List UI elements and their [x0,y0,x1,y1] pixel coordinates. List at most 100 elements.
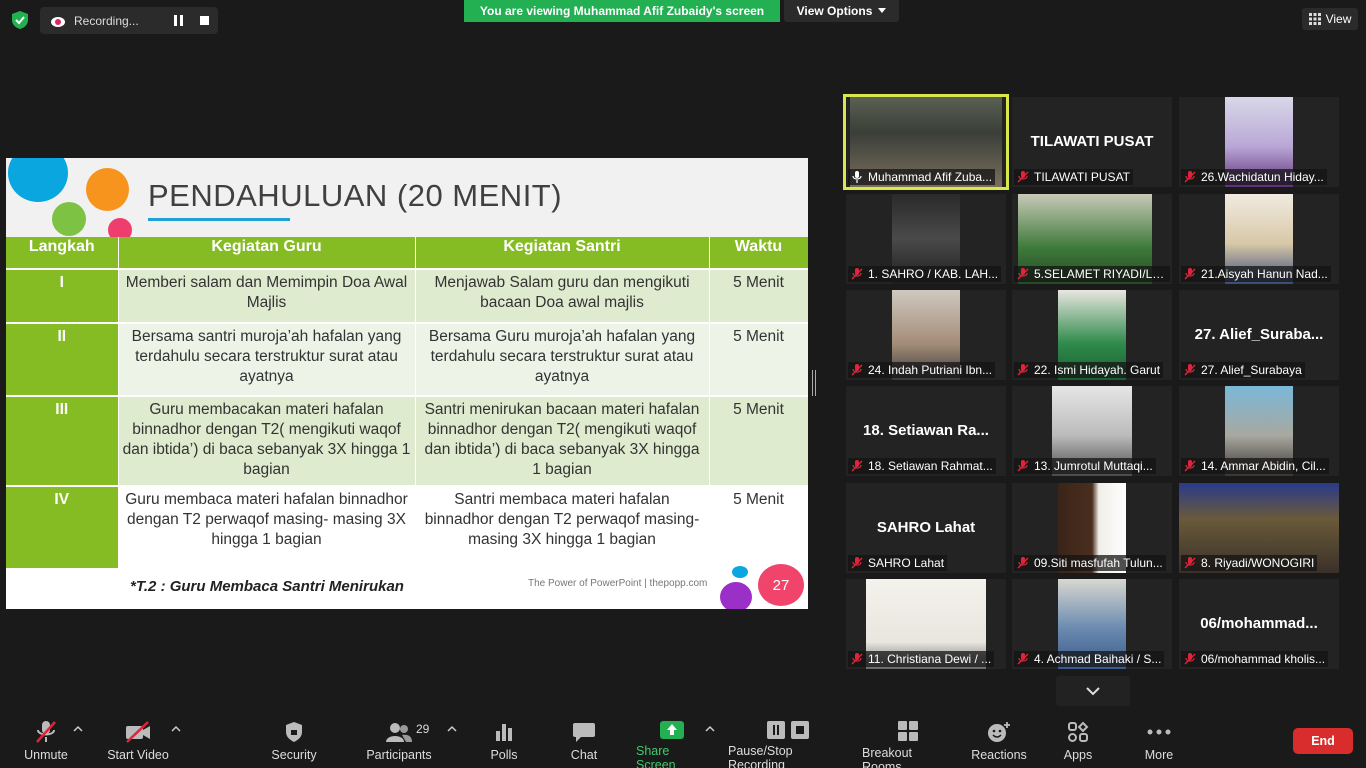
share-options-caret-icon[interactable] [705,724,715,734]
audio-options-caret-icon[interactable] [73,724,83,734]
santri-cell: Santri menirukan bacaan materi hafalan b… [415,395,710,486]
participant-tile[interactable]: 06/mohammad... 06/mohammad kholis... [1179,579,1339,669]
participant-tile[interactable]: 22. Ismi Hidayah. Garut [1012,290,1172,380]
participant-tile[interactable]: Muhammad Afif Zuba... [843,94,1009,190]
header-waktu: Waktu [709,237,808,269]
participant-name-tag: 14. Ammar Abidin, Cil... [1181,458,1329,474]
view-button[interactable]: View [1302,8,1358,30]
participant-tile[interactable]: 21.Aisyah Hanun Nad... [1179,194,1339,284]
grid-view-icon [1308,13,1321,25]
participant-name-label: 21.Aisyah Hanun Nad... [1201,267,1328,281]
participant-name-label: 18. Setiawan Rahmat... [868,459,993,473]
muted-microphone-icon [1017,460,1029,472]
participant-name-tag: 26.Wachidatun Hiday... [1181,169,1327,185]
unmute-label: Unmute [24,748,68,762]
participant-tile[interactable]: SAHRO Lahat SAHRO Lahat [846,483,1006,573]
end-meeting-button[interactable]: End [1293,728,1353,754]
participant-name-tag: 27. Alief_Surabaya [1181,362,1305,378]
table-header-row: Langkah Kegiatan Guru Kegiatan Santri Wa… [6,237,808,269]
chat-button[interactable]: Chat [566,720,602,766]
participant-name-label: 06/mohammad kholis... [1201,652,1326,666]
view-splitter-handle[interactable] [812,370,816,396]
participant-tile[interactable]: 1. SAHRO / KAB. LAH... [846,194,1006,284]
participant-tile[interactable]: 11. Christiana Dewi / ... [846,579,1006,669]
screen-share-banner: You are viewing Muhammad Afif Zubaidy's … [464,0,780,22]
meeting-toolbar: Unmute Start Video Security Participants… [0,712,1366,768]
participant-tile[interactable]: 5.SELAMET RIYADI/LO... [1012,194,1172,284]
participant-name-label: 1. SAHRO / KAB. LAH... [868,267,999,281]
decor-circle-green [52,202,86,236]
participant-name-tag: 4. Achmad Baihaki / S... [1014,651,1165,667]
unmute-button[interactable]: Unmute [22,720,70,766]
chat-label: Chat [570,748,598,762]
apps-label: Apps [1063,748,1093,762]
muted-microphone-icon [1184,460,1196,472]
participant-display-name: 27. Alief_Suraba... [1194,326,1324,343]
participant-tile[interactable]: 27. Alief_Suraba... 27. Alief_Surabaya [1179,290,1339,380]
share-screen-button[interactable]: Share Screen [636,720,708,768]
recording-indicator: Recording... [40,7,218,34]
participants-icon [386,723,412,742]
participant-display-name: SAHRO Lahat [876,519,976,536]
start-video-button[interactable]: Start Video [106,720,170,766]
polls-label: Polls [490,748,518,762]
shared-screen-slide: PENDAHULUAN (20 MENIT) Langkah Kegiatan … [6,158,808,609]
decor-circle-purple [720,582,752,609]
view-options-label: View Options [796,4,873,18]
participant-tile[interactable]: 13. Jumrotul Muttaqi... [1012,386,1172,476]
muted-microphone-icon [1017,268,1029,280]
muted-microphone-icon [1184,268,1196,280]
participants-options-caret-icon[interactable] [447,724,457,734]
santri-cell: Bersama Guru muroja’ah hafalan yang terd… [415,322,710,396]
view-options-button[interactable]: View Options [784,0,899,22]
security-button[interactable]: Security [270,720,318,766]
table-row: III Guru membacakan materi hafalan binna… [6,395,808,486]
header-kegiatan-guru: Kegiatan Guru [118,237,416,269]
step-cell: IV [6,485,119,568]
participant-name-label: 5.SELAMET RIYADI/LO... [1034,267,1167,281]
participant-tile[interactable]: 8. Riyadi/WONOGIRI [1179,483,1339,573]
participant-name-tag: 22. Ismi Hidayah. Garut [1014,362,1164,378]
video-options-caret-icon[interactable] [171,724,181,734]
pause-stop-label: Pause/Stop Recording [728,744,793,768]
decor-circle-orange [86,168,129,211]
participant-tile[interactable]: 09.Siti masfufah Tulun... [1012,483,1172,573]
polls-button[interactable]: Polls [486,720,522,766]
breakout-rooms-button[interactable]: Breakout Rooms [862,720,954,768]
participant-tile[interactable]: 14. Ammar Abidin, Cil... [1179,386,1339,476]
share-screen-icon [660,721,684,739]
reactions-button[interactable]: Reactions [970,720,1028,766]
slide-source: The Power of PowerPoint | thepopp.com [528,578,708,589]
decor-circle-blue-small [732,566,748,578]
step-cell: I [6,268,119,323]
participant-name-tag: 11. Christiana Dewi / ... [848,651,995,667]
waktu-cell: 5 Menit [709,485,808,568]
header-langkah: Langkah [6,237,119,269]
stop-recording-icon[interactable] [200,16,209,25]
participant-tile[interactable]: 26.Wachidatun Hiday... [1179,97,1339,187]
participant-tile[interactable]: 18. Setiawan Ra... 18. Setiawan Rahmat... [846,386,1006,476]
pause-recording-icon[interactable] [174,15,184,26]
table-row: IV Guru membaca materi hafalan binnadhor… [6,485,808,568]
participant-name-label: 27. Alief_Surabaya [1201,363,1302,377]
muted-microphone-icon [1017,364,1029,376]
security-label: Security [271,748,317,762]
muted-microphone-icon [1184,557,1196,569]
muted-microphone-icon [1184,364,1196,376]
encryption-shield-icon[interactable] [10,10,30,30]
participant-tile[interactable]: TILAWATI PUSAT TILAWATI PUSAT [1012,97,1172,187]
waktu-cell: 5 Menit [709,268,808,323]
slide-footnote: *T.2 : Guru Membaca Santri Menirukan [130,578,404,595]
video-off-icon [126,721,150,743]
participant-name-label: 11. Christiana Dewi / ... [868,652,992,666]
reactions-icon [988,722,1010,742]
more-button[interactable]: More [1140,720,1178,766]
participant-tile[interactable]: 4. Achmad Baihaki / S... [1012,579,1172,669]
participant-name-label: 14. Ammar Abidin, Cil... [1201,459,1326,473]
apps-button[interactable]: Apps [1060,720,1096,766]
participant-name-label: 09.Siti masfufah Tulun... [1034,556,1163,570]
gallery-next-page-button[interactable] [1056,676,1130,706]
waktu-cell: 5 Menit [709,322,808,396]
participant-tile[interactable]: 24. Indah Putriani Ibn... [846,290,1006,380]
pause-stop-recording-button[interactable]: Pause/Stop Recording [728,720,850,768]
